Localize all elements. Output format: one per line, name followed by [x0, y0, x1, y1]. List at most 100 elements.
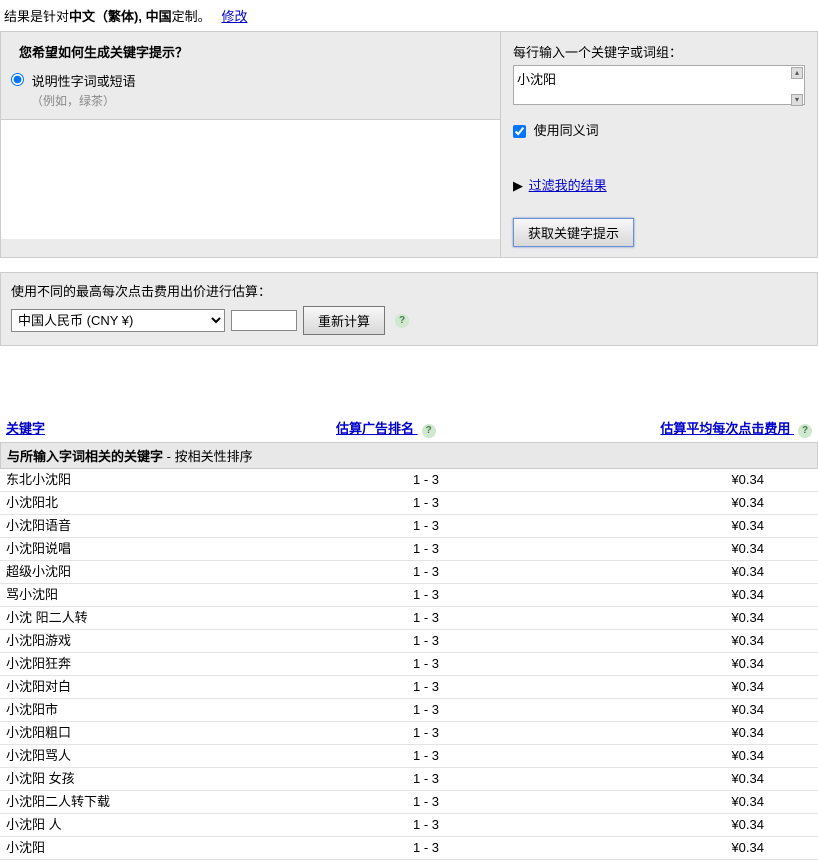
cell-keyword: 超级小沈阳	[6, 563, 336, 581]
cell-cost: ¥0.34	[516, 655, 812, 673]
subheader-row: 与所输入字词相关的关键字 - 按相关性排序	[0, 442, 818, 469]
cell-cost: ¥0.34	[516, 586, 812, 604]
locale-value: 中文（繁体), 中国	[69, 9, 172, 24]
cell-cost: ¥0.34	[516, 563, 812, 581]
results-table: 关键字 估算广告排名 ? 估算平均每次点击费用 ? 与所输入字词相关的关键字 -…	[0, 416, 818, 860]
cell-rank: 1 - 3	[336, 793, 516, 811]
locale-note: 结果是针对中文（繁体), 中国定制。 修改	[0, 0, 818, 31]
table-row: 小沈阳 女孩1 - 3¥0.34	[0, 768, 818, 791]
table-row: 小沈阳说唱1 - 3¥0.34	[0, 538, 818, 561]
cell-keyword: 骂小沈阳	[6, 586, 336, 604]
help-icon[interactable]: ?	[422, 424, 436, 438]
table-row: 骂小沈阳1 - 3¥0.34	[0, 584, 818, 607]
cell-rank: 1 - 3	[336, 632, 516, 650]
table-row: 超级小沈阳1 - 3¥0.34	[0, 561, 818, 584]
generation-method-title: 您希望如何生成关键字提示？	[1, 32, 500, 67]
cell-rank: 1 - 3	[336, 701, 516, 719]
cell-keyword: 小沈阳说唱	[6, 540, 336, 558]
table-row: 小沈阳对白1 - 3¥0.34	[0, 676, 818, 699]
get-keywords-button[interactable]: 获取关键字提示	[513, 218, 634, 247]
cell-keyword: 小沈阳	[6, 839, 336, 857]
table-row: 小沈阳市1 - 3¥0.34	[0, 699, 818, 722]
cell-rank: 1 - 3	[336, 563, 516, 581]
table-row: 东北小沈阳1 - 3¥0.34	[0, 469, 818, 492]
cell-rank: 1 - 3	[336, 770, 516, 788]
cell-keyword: 小沈阳对白	[6, 678, 336, 696]
header-keyword[interactable]: 关键字	[6, 421, 45, 436]
cell-cost: ¥0.34	[516, 540, 812, 558]
cell-cost: ¥0.34	[516, 770, 812, 788]
cell-keyword: 小沈阳市	[6, 701, 336, 719]
help-icon[interactable]: ?	[395, 314, 409, 328]
cell-cost: ¥0.34	[516, 816, 812, 834]
cell-rank: 1 - 3	[336, 609, 516, 627]
cell-rank: 1 - 3	[336, 816, 516, 834]
cell-cost: ¥0.34	[516, 747, 812, 765]
cell-rank: 1 - 3	[336, 471, 516, 489]
cell-cost: ¥0.34	[516, 793, 812, 811]
recalculate-button[interactable]: 重新计算	[303, 306, 385, 335]
filter-results-link[interactable]: 过滤我的结果	[529, 178, 607, 193]
cell-keyword: 小沈阳语音	[6, 517, 336, 535]
triangle-right-icon: ▶	[513, 178, 523, 193]
cell-rank: 1 - 3	[336, 747, 516, 765]
currency-select[interactable]: 中国人民币 (CNY ¥)	[11, 309, 225, 332]
subheader-bold: 与所输入字词相关的关键字	[7, 449, 163, 464]
cell-cost: ¥0.34	[516, 494, 812, 512]
cell-cost: ¥0.34	[516, 609, 812, 627]
help-icon[interactable]: ?	[798, 424, 812, 438]
right-column: 每行输入一个关键字或词组： ▴ ▾ 使用同义词 ▶ 过滤我的结果 获取关键字提示	[501, 32, 817, 257]
budget-panel: 使用不同的最高每次点击费用出价进行估算： 中国人民币 (CNY ¥) 重新计算 …	[0, 272, 818, 346]
cell-keyword: 小沈阳 人	[6, 816, 336, 834]
header-rank[interactable]: 估算广告排名	[336, 421, 414, 436]
synonym-checkbox[interactable]	[513, 125, 526, 138]
cell-cost: ¥0.34	[516, 471, 812, 489]
table-row: 小沈阳二人转下载1 - 3¥0.34	[0, 791, 818, 814]
cell-rank: 1 - 3	[336, 724, 516, 742]
table-row: 小沈阳 人1 - 3¥0.34	[0, 814, 818, 837]
cell-keyword: 东北小沈阳	[6, 471, 336, 489]
table-header-row: 关键字 估算广告排名 ? 估算平均每次点击费用 ?	[0, 416, 818, 442]
option-descriptive-radio[interactable]	[11, 73, 24, 86]
filter-row: ▶ 过滤我的结果	[513, 175, 805, 194]
main-panel: 您希望如何生成关键字提示？ 说明性字词或短语 （例如，绿茶） 每行输入一个关键字…	[0, 31, 818, 258]
cell-keyword: 小沈阳北	[6, 494, 336, 512]
option-descriptive[interactable]: 说明性字词或短语 （例如，绿茶）	[1, 67, 500, 119]
cell-rank: 1 - 3	[336, 655, 516, 673]
cell-keyword: 小沈 阳二人转	[6, 609, 336, 627]
table-row: 小沈阳游戏1 - 3¥0.34	[0, 630, 818, 653]
amount-input[interactable]	[231, 310, 297, 331]
cell-keyword: 小沈阳骂人	[6, 747, 336, 765]
synonym-label: 使用同义词	[534, 123, 599, 138]
cell-cost: ¥0.34	[516, 678, 812, 696]
table-row: 小沈阳粗口1 - 3¥0.34	[0, 722, 818, 745]
cell-cost: ¥0.34	[516, 701, 812, 719]
header-cost[interactable]: 估算平均每次点击费用	[660, 421, 790, 436]
table-row: 小沈阳狂奔1 - 3¥0.34	[0, 653, 818, 676]
subheader-rest: - 按相关性排序	[163, 449, 253, 464]
cell-keyword: 小沈阳二人转下载	[6, 793, 336, 811]
change-locale-link[interactable]: 修改	[221, 9, 247, 24]
cell-cost: ¥0.34	[516, 517, 812, 535]
cell-keyword: 小沈阳狂奔	[6, 655, 336, 673]
keyword-input-label: 每行输入一个关键字或词组：	[513, 42, 805, 61]
locale-prefix: 结果是针对	[4, 9, 69, 24]
cell-cost: ¥0.34	[516, 724, 812, 742]
option-descriptive-label: 说明性字词或短语	[32, 71, 136, 90]
left-column: 您希望如何生成关键字提示？ 说明性字词或短语 （例如，绿茶）	[1, 32, 501, 257]
synonym-row: 使用同义词	[513, 120, 805, 139]
cell-keyword: 小沈阳游戏	[6, 632, 336, 650]
option-descriptive-example: （例如，绿茶）	[31, 92, 490, 109]
budget-label: 使用不同的最高每次点击费用出价进行估算：	[11, 281, 807, 300]
cell-keyword: 小沈阳粗口	[6, 724, 336, 742]
table-body: 东北小沈阳1 - 3¥0.34小沈阳北1 - 3¥0.34小沈阳语音1 - 3¥…	[0, 469, 818, 860]
cell-rank: 1 - 3	[336, 540, 516, 558]
table-row: 小沈 阳二人转1 - 3¥0.34	[0, 607, 818, 630]
table-row: 小沈阳北1 - 3¥0.34	[0, 492, 818, 515]
table-row: 小沈阳1 - 3¥0.34	[0, 837, 818, 860]
cell-rank: 1 - 3	[336, 839, 516, 857]
cell-rank: 1 - 3	[336, 586, 516, 604]
cell-keyword: 小沈阳 女孩	[6, 770, 336, 788]
cell-rank: 1 - 3	[336, 517, 516, 535]
keyword-textarea[interactable]	[513, 65, 805, 105]
